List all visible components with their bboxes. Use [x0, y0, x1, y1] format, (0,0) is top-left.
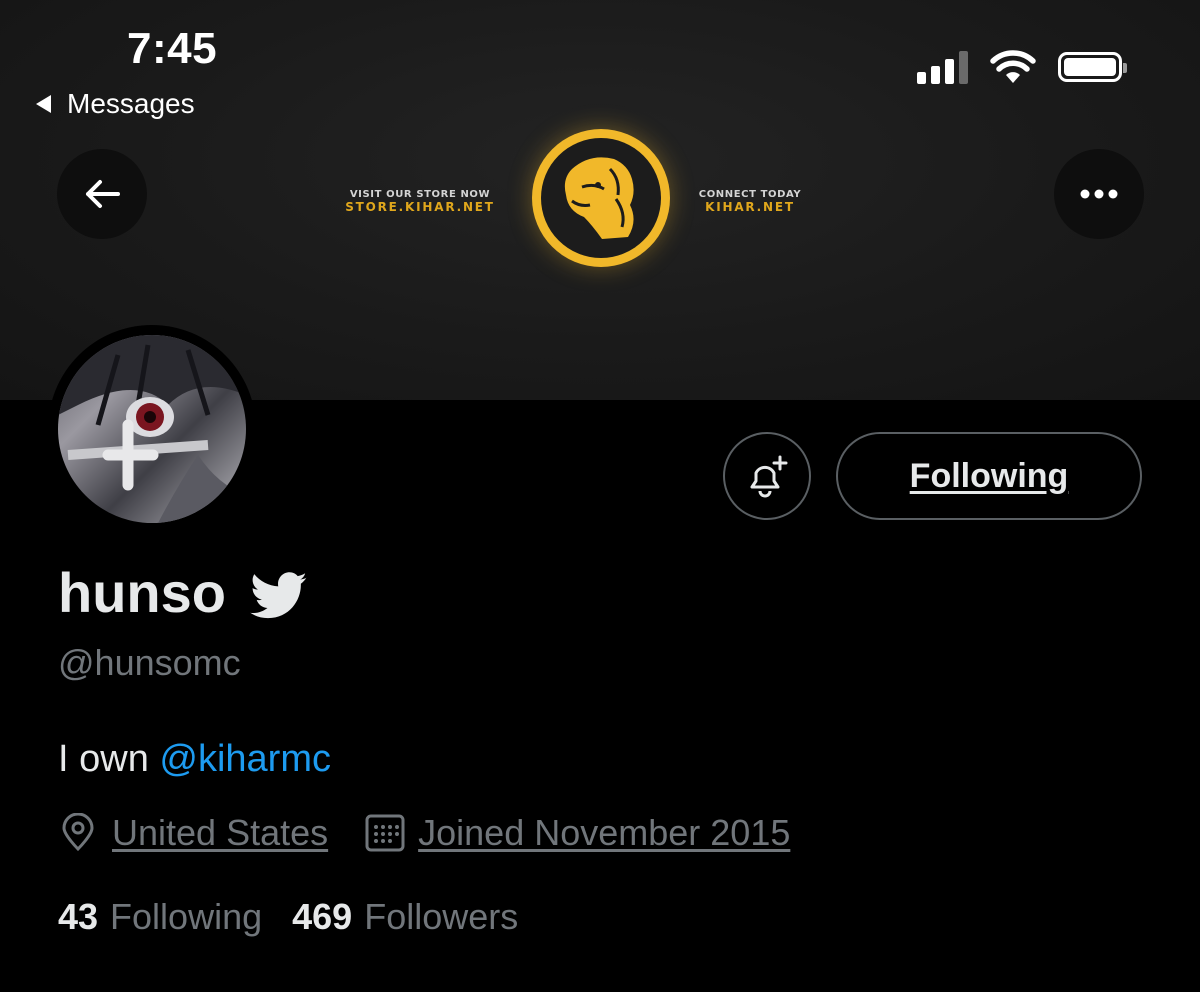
location-item[interactable]: United States — [58, 812, 328, 854]
banner-connect-text: CONNECT TODAY KIHAR.NET — [690, 188, 810, 214]
following-count-label: Following — [110, 896, 263, 937]
calendar-icon — [365, 814, 405, 852]
location-text: United States — [112, 812, 329, 853]
display-name: hunso — [58, 560, 308, 625]
user-handle: @hunsomc — [58, 642, 241, 683]
notifications-button[interactable] — [723, 432, 811, 520]
bio-mention-link[interactable]: @kiharmc — [159, 738, 331, 780]
battery-icon — [1058, 52, 1127, 82]
more-horizontal-icon — [1080, 189, 1118, 199]
bio-text: I own — [58, 738, 160, 780]
cellular-signal-icon — [917, 50, 968, 84]
joined-date-text: Joined November 2015 — [418, 812, 791, 853]
following-count-link[interactable]: 43 Following — [58, 896, 262, 938]
arrow-left-icon — [86, 180, 120, 208]
following-button[interactable]: Following — [836, 432, 1142, 520]
back-triangle-icon — [36, 95, 51, 113]
location-pin-icon — [62, 813, 94, 852]
followers-count-label: Followers — [364, 896, 519, 937]
follow-counts: 43 Following 469 Followers — [58, 896, 518, 938]
twitter-bird-icon[interactable] — [250, 571, 308, 620]
bell-plus-icon — [750, 455, 788, 498]
more-options-button[interactable] — [1054, 149, 1144, 239]
avatar-image — [58, 335, 246, 523]
status-time: 7:45 — [127, 24, 218, 73]
followers-count-link[interactable]: 469 Followers — [292, 896, 518, 938]
following-count: 43 — [58, 896, 99, 937]
bio: I own @kiharmc — [58, 738, 331, 781]
banner-store-text: VISIT OUR STORE NOW STORE.KIHAR.NET — [340, 188, 500, 214]
back-to-messages-label: Messages — [67, 88, 195, 119]
joined-item[interactable]: Joined November 2015 — [364, 812, 790, 854]
banner-store-url: STORE.KIHAR.NET — [345, 200, 495, 214]
display-name-text: hunso — [58, 561, 226, 624]
back-to-messages-link[interactable]: Messages — [36, 88, 195, 120]
back-button[interactable] — [57, 149, 147, 239]
followers-count: 469 — [292, 896, 353, 937]
avatar[interactable] — [48, 325, 256, 533]
banner-connect-url: KIHAR.NET — [705, 200, 795, 214]
status-icons — [917, 50, 1127, 84]
wifi-icon — [990, 50, 1036, 83]
lion-head-icon — [532, 129, 670, 267]
profile-meta: United States Joined November 2015 — [58, 812, 790, 854]
